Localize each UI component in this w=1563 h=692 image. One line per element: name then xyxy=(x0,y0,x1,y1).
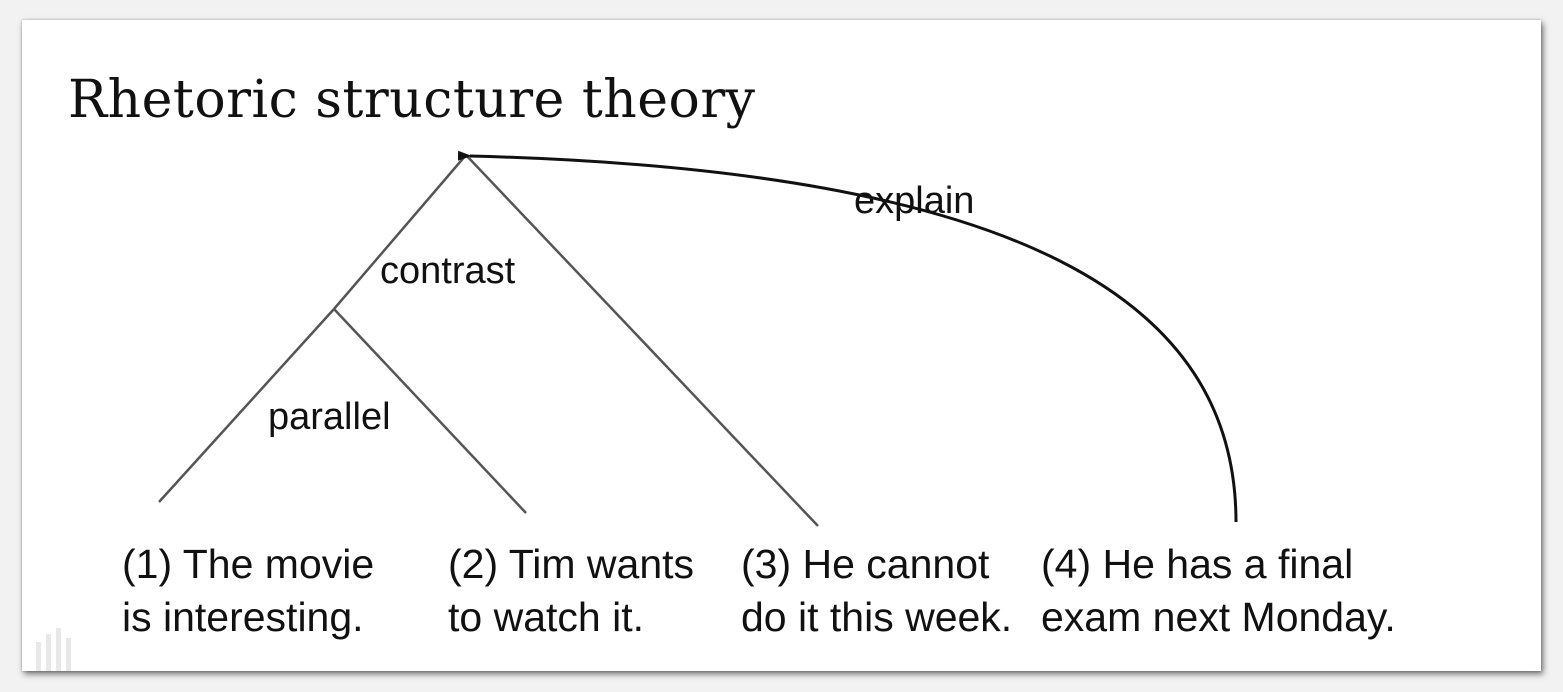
contrast-label: contrast xyxy=(380,250,516,292)
leaf-4: (4) He has a final exam next Monday. xyxy=(1041,538,1396,644)
parallel-label: parallel xyxy=(268,396,391,438)
contrast-right-branch xyxy=(465,154,819,527)
leaf-4-line-2: exam next Monday. xyxy=(1041,594,1396,640)
leaf-1: (1) The movie is interesting. xyxy=(122,538,374,644)
watermark-logo-icon xyxy=(36,628,71,671)
slide: Rhetoric structure theory contrast paral… xyxy=(22,20,1541,671)
leaf-1-line-1: (1) The movie xyxy=(122,541,375,587)
leaf-4-line-1: (4) He has a final xyxy=(1041,541,1354,587)
leaf-2: (2) Tim wants to watch it. xyxy=(448,538,694,644)
leaf-2-line-1: (2) Tim wants xyxy=(448,541,695,587)
explain-arrow xyxy=(457,150,1238,523)
leaf-3-line-1: (3) He cannot xyxy=(741,541,990,587)
explain-label: explain xyxy=(854,180,974,222)
leaf-3-line-2: do it this week. xyxy=(741,594,1013,640)
leaf-1-line-2: is interesting. xyxy=(122,594,364,640)
leaf-3: (3) He cannot do it this week. xyxy=(741,538,1012,644)
leaf-2-line-2: to watch it. xyxy=(448,594,644,640)
